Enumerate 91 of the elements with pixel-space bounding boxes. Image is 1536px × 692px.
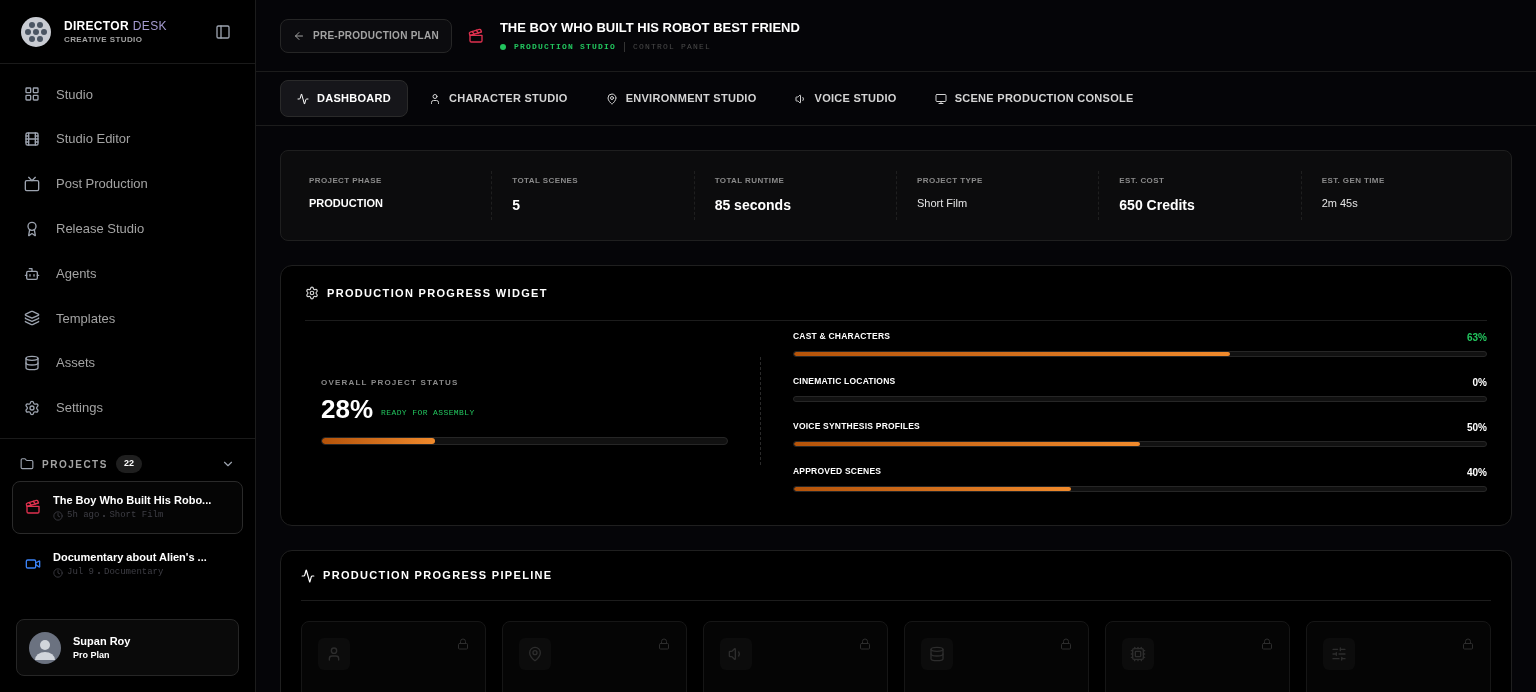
- robot-icon: [24, 265, 40, 282]
- user-name: Supan Roy: [73, 633, 131, 649]
- tab[interactable]: CHARACTER STUDIO: [412, 80, 585, 117]
- chip-icon: [1130, 646, 1146, 662]
- stat-label: EST. GEN TIME: [1321, 175, 1386, 187]
- clapperboard-icon: [467, 27, 484, 44]
- monitor-icon: [934, 92, 947, 105]
- project-time: 5h ago: [67, 508, 100, 522]
- stat-label: EST. COST: [1119, 175, 1166, 187]
- progress-label: CINEMATIC LOCATIONS: [793, 375, 896, 388]
- project-title: THE BOY WHO BUILT HIS ROBOT BEST FRIEND: [499, 18, 800, 37]
- tab[interactable]: SCENE PRODUCTION CONSOLE: [917, 80, 1151, 117]
- overall-label: OVERALL PROJECT STATUS: [321, 377, 460, 389]
- award-icon: [24, 220, 40, 237]
- status-label: PRODUCTION STUDIO: [513, 41, 616, 54]
- projects-heading: PROJECTS: [42, 457, 108, 472]
- progress-label: APPROVED SCENES: [793, 465, 882, 478]
- project-item[interactable]: Documentary about Alien's ... Jul 9 Documentary: [12, 537, 243, 591]
- speaker-icon: [794, 92, 807, 105]
- nav-item[interactable]: Settings: [12, 385, 243, 431]
- settings-icon: [24, 399, 40, 416]
- stat-value: 2m 45s: [1321, 196, 1359, 211]
- stat-label: PROJECT PHASE: [309, 175, 383, 187]
- nav-item[interactable]: Studio Editor: [12, 116, 243, 162]
- progress-percent: 40%: [1467, 466, 1487, 480]
- progress-percent: 0%: [1472, 376, 1487, 390]
- nav-item[interactable]: Templates: [12, 296, 243, 341]
- progress-percent: 63%: [1467, 331, 1487, 345]
- clock-icon: [53, 510, 63, 521]
- grid-icon: [24, 86, 40, 103]
- clock-icon: [53, 567, 63, 578]
- database-icon: [929, 646, 945, 662]
- pipeline-title: PRODUCTION PROGRESS PIPELINE: [323, 568, 553, 584]
- nav-item[interactable]: Release Studio: [12, 206, 243, 252]
- progress-label: CAST & CHARACTERS: [793, 330, 891, 343]
- pipeline-stage-card[interactable]: [904, 621, 1089, 692]
- stat-value: PRODUCTION: [309, 196, 384, 211]
- brand-name: DIRECTOR: [64, 17, 129, 34]
- nav-item[interactable]: Assets: [12, 340, 243, 386]
- project-title: Documentary about Alien's ...: [53, 550, 207, 566]
- sliders-icon: [1331, 646, 1347, 662]
- project-type: Documentary: [104, 565, 164, 579]
- layers-icon: [24, 310, 40, 327]
- user-card[interactable]: Supan Roy Pro Plan: [16, 619, 239, 676]
- brand-accent: DESK: [132, 17, 167, 34]
- map-pin-icon: [527, 646, 543, 662]
- arrow-left-icon: [293, 29, 305, 42]
- pulse-icon: [301, 568, 315, 583]
- back-button[interactable]: PRE-PRODUCTION PLAN: [280, 18, 452, 53]
- pulse-icon: [297, 92, 309, 105]
- progress-label: VOICE SYNTHESIS PROFILES: [793, 420, 920, 433]
- progress-percent: 50%: [1467, 421, 1487, 435]
- widget-title: PRODUCTION PROGRESS WIDGET: [327, 285, 548, 301]
- pipeline-stage-card[interactable]: [703, 621, 888, 692]
- pipeline-stage-card[interactable]: [1306, 621, 1491, 692]
- user-plan: Pro Plan: [73, 649, 111, 662]
- film-reel-logo: [20, 15, 52, 48]
- avatar: [29, 631, 61, 664]
- pipeline-stage-card[interactable]: [1105, 621, 1290, 692]
- overall-percent: 28%: [321, 393, 374, 425]
- film-icon: [24, 131, 40, 148]
- tv-icon: [24, 176, 40, 192]
- project-title: The Boy Who Built His Robo...: [53, 493, 212, 509]
- overall-status: READY FOR ASSEMBLY: [381, 407, 475, 419]
- tab[interactable]: ENVIRONMENT STUDIO: [588, 80, 774, 117]
- nav-item[interactable]: Post Production: [12, 161, 243, 207]
- context-label: CONTROL PANEL: [632, 41, 711, 54]
- stat-label: TOTAL SCENES: [512, 175, 580, 187]
- sidebar-toggle-icon: [215, 23, 231, 40]
- pipeline-stage-card[interactable]: [301, 621, 486, 692]
- map-pin-icon: [605, 92, 618, 105]
- user-icon: [326, 646, 342, 662]
- stat-label: PROJECT TYPE: [917, 175, 984, 187]
- database-icon: [24, 355, 40, 372]
- stat-value: 650 Credits: [1119, 196, 1196, 215]
- user-icon: [429, 92, 441, 105]
- folder-icon: [20, 457, 34, 472]
- clapperboard-icon: [25, 499, 41, 516]
- brand-subtitle: CREATIVE STUDIO: [64, 33, 144, 46]
- project-time: Jul 9: [67, 565, 94, 579]
- nav-item[interactable]: Agents: [12, 251, 243, 296]
- nav-item[interactable]: Studio: [12, 72, 243, 117]
- tab[interactable]: DASHBOARD: [280, 80, 408, 117]
- stat-value: Short Film: [917, 196, 969, 211]
- stat-value: 5: [512, 196, 522, 215]
- stat-label: TOTAL RUNTIME: [714, 175, 786, 187]
- projects-count: 22: [115, 455, 142, 473]
- gear-icon: [305, 286, 319, 300]
- stat-value: 85 seconds: [714, 196, 792, 215]
- tab[interactable]: VOICE STUDIO: [777, 80, 914, 117]
- pipeline-stage-card[interactable]: [502, 621, 687, 692]
